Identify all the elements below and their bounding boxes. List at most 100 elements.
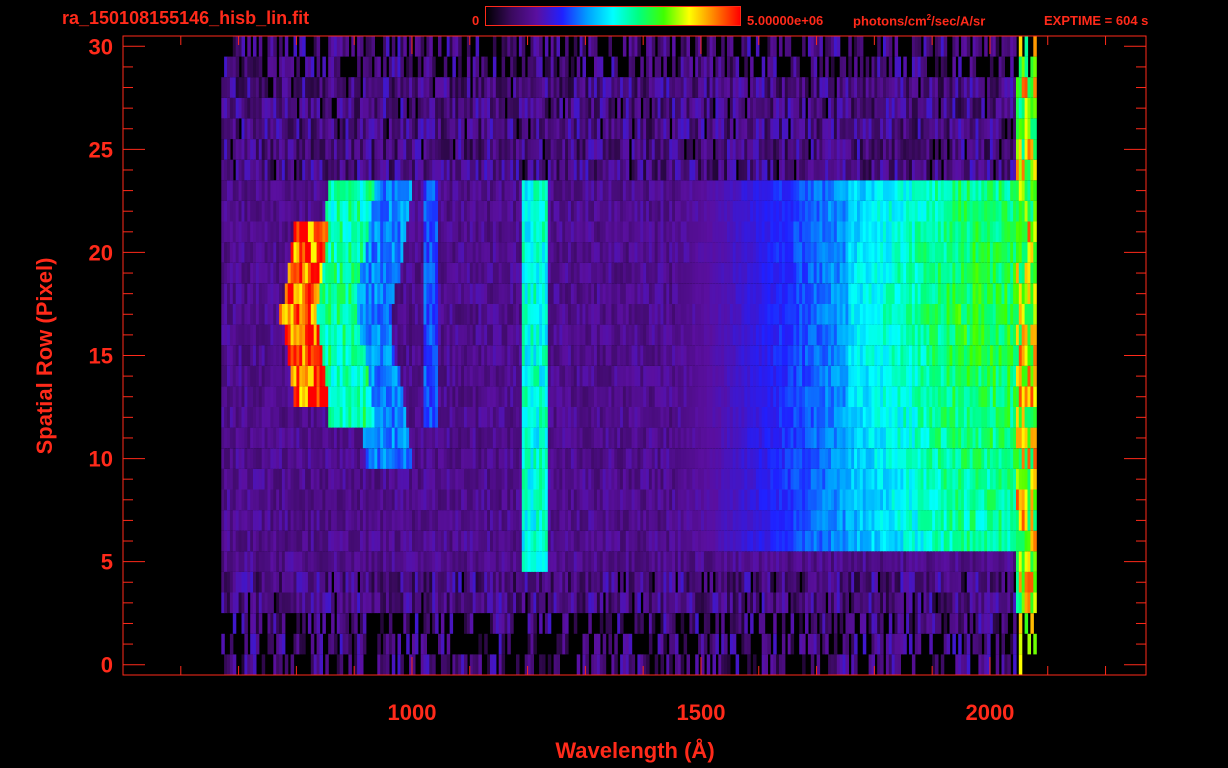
heatmap-cell bbox=[380, 613, 384, 634]
heatmap-cell bbox=[588, 613, 592, 634]
heatmap-cell bbox=[764, 654, 768, 675]
heatmap-cell bbox=[727, 654, 731, 675]
heatmap-cell bbox=[701, 654, 705, 675]
heatmap-cell bbox=[698, 571, 702, 593]
heatmap-cell bbox=[585, 633, 589, 655]
heatmap-cell bbox=[599, 592, 604, 614]
heatmap-cell bbox=[360, 654, 364, 675]
heatmap-cell bbox=[331, 592, 335, 614]
heatmap-cell bbox=[880, 633, 884, 655]
heatmap-cell bbox=[1033, 386, 1037, 407]
heatmap-cell bbox=[744, 613, 748, 634]
heatmap-cell bbox=[620, 571, 624, 593]
heatmap-cell bbox=[310, 633, 315, 655]
heatmap-cell bbox=[362, 633, 367, 655]
heatmap-cell bbox=[761, 613, 766, 634]
heatmap-cell bbox=[484, 633, 488, 655]
heatmap-cell bbox=[307, 613, 312, 634]
heatmap-cell bbox=[1033, 283, 1037, 304]
heatmap-cell bbox=[1033, 530, 1037, 552]
heatmap-cell bbox=[620, 613, 624, 634]
heatmap-cell bbox=[423, 633, 427, 655]
heatmap-cell bbox=[845, 633, 849, 655]
heatmap-cell bbox=[880, 613, 884, 634]
heatmap-cell bbox=[874, 571, 878, 593]
heatmap-cell bbox=[1033, 489, 1037, 511]
heatmap-cell bbox=[854, 654, 858, 675]
heatmap-cell bbox=[614, 571, 618, 593]
heatmap-cell bbox=[1001, 571, 1005, 593]
heatmap-cell bbox=[911, 654, 916, 675]
heatmap-cell bbox=[648, 633, 653, 655]
heatmap-cell bbox=[530, 654, 534, 675]
heatmap-cell bbox=[1033, 448, 1037, 469]
heatmap-cell bbox=[995, 613, 1000, 634]
heatmap-cell bbox=[805, 613, 809, 634]
heatmap-cell bbox=[660, 654, 664, 675]
heatmap-cell bbox=[302, 633, 306, 655]
heatmap-cell bbox=[1018, 633, 1023, 655]
heatmap-cell bbox=[932, 592, 936, 614]
heatmap-cell bbox=[319, 654, 323, 675]
heatmap-cell bbox=[608, 613, 612, 634]
heatmap-cell bbox=[695, 654, 699, 675]
heatmap-cell bbox=[322, 613, 326, 634]
heatmap-cell bbox=[464, 654, 468, 675]
heatmap-cell bbox=[755, 592, 760, 614]
heatmap-cell bbox=[614, 633, 618, 655]
heatmap-cell bbox=[400, 654, 404, 675]
heatmap-cell bbox=[1033, 633, 1037, 655]
heatmap-cell bbox=[348, 633, 352, 655]
heatmap-cell bbox=[565, 633, 569, 655]
heatmap-cell bbox=[377, 633, 381, 655]
heatmap-cell bbox=[414, 613, 419, 634]
heatmap-cell bbox=[781, 654, 786, 675]
heatmap-cell bbox=[686, 654, 690, 675]
heatmap-cell bbox=[862, 613, 867, 634]
heatmap-cell bbox=[270, 633, 274, 655]
heatmap-cell bbox=[946, 633, 951, 655]
heatmap-cell bbox=[1004, 613, 1008, 634]
heatmap-cell bbox=[501, 633, 506, 655]
heatmap-cell bbox=[637, 592, 641, 614]
heatmap-cell bbox=[724, 633, 728, 655]
heatmap-cell bbox=[669, 654, 673, 675]
spectrum-plot: 1000 1500 2000051015202530 Wavelength (Å) … bbox=[32, 34, 1147, 763]
heatmap-cell bbox=[862, 633, 867, 655]
heatmap-cell bbox=[446, 633, 451, 655]
heatmap-cell bbox=[703, 571, 708, 593]
heatmap-cell bbox=[715, 633, 719, 655]
heatmap-cell bbox=[446, 654, 451, 675]
heatmap-cell bbox=[790, 633, 795, 655]
heatmap-cell bbox=[672, 571, 676, 593]
heatmap-cell bbox=[388, 613, 393, 634]
heatmap-cell bbox=[414, 633, 419, 655]
heatmap-cell bbox=[426, 613, 430, 634]
heatmap-cell bbox=[1033, 427, 1037, 449]
heatmap-cell bbox=[773, 633, 777, 655]
heatmap-cell bbox=[654, 654, 659, 675]
heatmap-cell bbox=[802, 633, 806, 655]
heatmap-cell bbox=[1010, 571, 1014, 593]
heatmap-cell bbox=[596, 633, 601, 655]
heatmap-cell bbox=[651, 613, 656, 634]
heatmap-cell bbox=[1018, 654, 1023, 675]
heatmap-cell bbox=[533, 613, 537, 634]
heatmap-cell bbox=[533, 633, 537, 655]
heatmap-cell bbox=[1013, 613, 1017, 634]
heatmap-cell bbox=[449, 613, 454, 634]
heatmap-cell bbox=[507, 633, 511, 655]
heatmap-cell bbox=[646, 654, 650, 675]
heatmap-cell bbox=[432, 654, 436, 675]
heatmap-cell bbox=[319, 633, 323, 655]
heatmap-cell bbox=[440, 613, 445, 634]
heatmap-cell bbox=[732, 633, 737, 655]
heatmap-cell bbox=[345, 613, 349, 634]
heatmap-cell bbox=[1013, 654, 1017, 675]
heatmap-cell bbox=[903, 633, 907, 655]
heatmap-cell bbox=[316, 613, 321, 634]
heatmap-cell bbox=[229, 633, 234, 655]
heatmap-cell bbox=[943, 613, 948, 634]
heatmap-cell bbox=[331, 613, 335, 634]
heatmap-cell bbox=[232, 654, 237, 675]
